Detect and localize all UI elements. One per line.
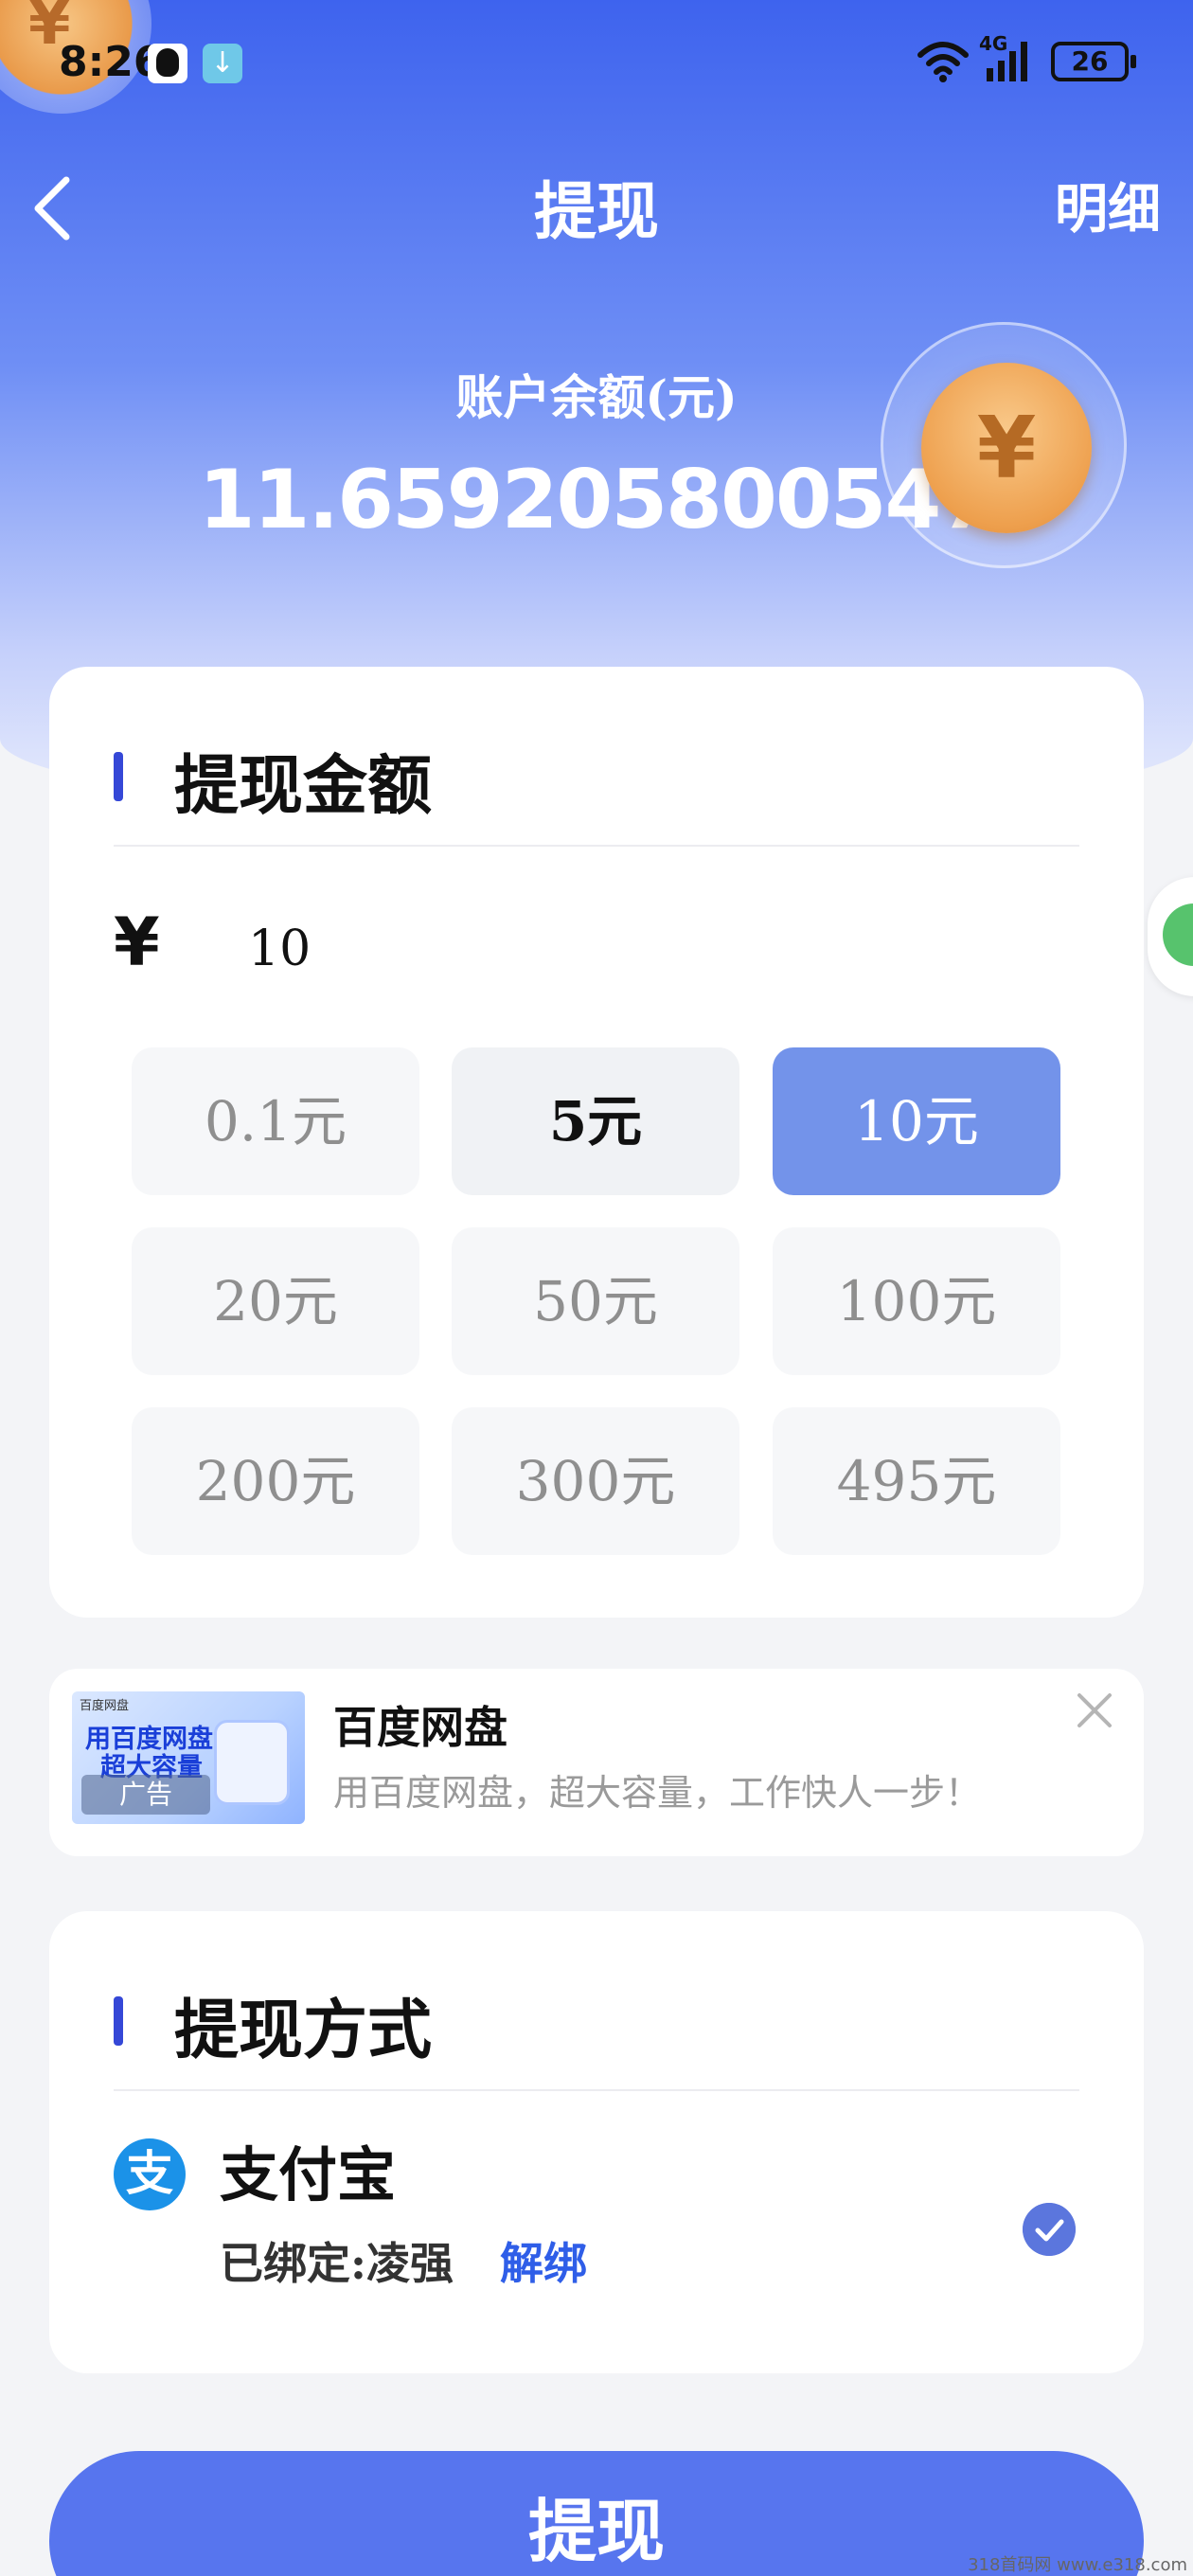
section-accent-bar (114, 1996, 123, 2046)
withdraw-method-card: 提现方式 支 支付宝 已绑定:凌强 解绑 (49, 1911, 1144, 2373)
amount-option[interactable]: 20元 (132, 1227, 419, 1375)
qq-notification-icon (148, 44, 187, 83)
divider (114, 2089, 1079, 2091)
amount-option[interactable]: 0.1元 (132, 1047, 419, 1195)
status-bar: 8:26 ↓ 4G 26 (0, 32, 1193, 95)
withdraw-amount-card: 提现金额 ¥ 10 0.1元 5元 10元 20元 50元 100元 200元 … (49, 667, 1144, 1618)
divider (114, 845, 1079, 847)
watermark-text: 318首码网 www.e318.com (968, 2555, 1187, 2575)
chat-float-button[interactable] (1148, 877, 1193, 996)
close-icon[interactable] (1072, 1688, 1117, 1733)
ad-title: 百度网盘 (333, 1702, 507, 1753)
ad-tag: 广告 (81, 1775, 210, 1815)
detail-link[interactable]: 明细 (1055, 167, 1161, 243)
amount-option[interactable]: 50元 (452, 1227, 739, 1375)
ad-banner[interactable]: 百度网盘 用百度网盘 超大容量 广告 百度网盘 用百度网盘，超大容量，工作快人一… (49, 1669, 1144, 1856)
bound-account-text: 已绑定:凌强 (220, 2238, 454, 2289)
ad-image[interactable]: 百度网盘 用百度网盘 超大容量 广告 (72, 1691, 305, 1824)
amount-option[interactable]: 200元 (132, 1407, 419, 1555)
coin-icon: ¥ (881, 322, 1127, 568)
wifi-icon (917, 42, 969, 82)
checkmark-icon[interactable] (1023, 2203, 1076, 2256)
ad-description: 用百度网盘，超大容量，工作快人一步！ (333, 1772, 982, 1814)
ad-image-brand: 百度网盘 (80, 1699, 130, 1713)
amount-option[interactable]: 300元 (452, 1407, 739, 1555)
cloud-drive-icon (214, 1720, 290, 1805)
amount-option[interactable]: 100元 (773, 1227, 1060, 1375)
download-notification-icon: ↓ (203, 44, 242, 83)
chat-bubble-icon (1163, 903, 1193, 966)
unbind-link[interactable]: 解绑 (500, 2229, 587, 2292)
payment-method-name[interactable]: 支付宝 (220, 2127, 396, 2212)
battery-indicator: 26 (1051, 42, 1136, 81)
amount-section-title: 提现金额 (174, 748, 433, 824)
section-accent-bar (114, 752, 123, 801)
page-title: 提现 (534, 174, 659, 248)
cellular-signal-icon: 4G (979, 32, 1038, 85)
amount-option-selected[interactable]: 10元 (773, 1047, 1060, 1195)
alipay-icon: 支 (114, 2138, 186, 2210)
amount-option[interactable]: 495元 (773, 1407, 1060, 1555)
amount-option[interactable]: 5元 (452, 1047, 739, 1195)
amount-value[interactable]: 10 (248, 921, 311, 977)
currency-symbol: ¥ (114, 903, 160, 981)
method-section-title: 提现方式 (174, 1993, 433, 2068)
